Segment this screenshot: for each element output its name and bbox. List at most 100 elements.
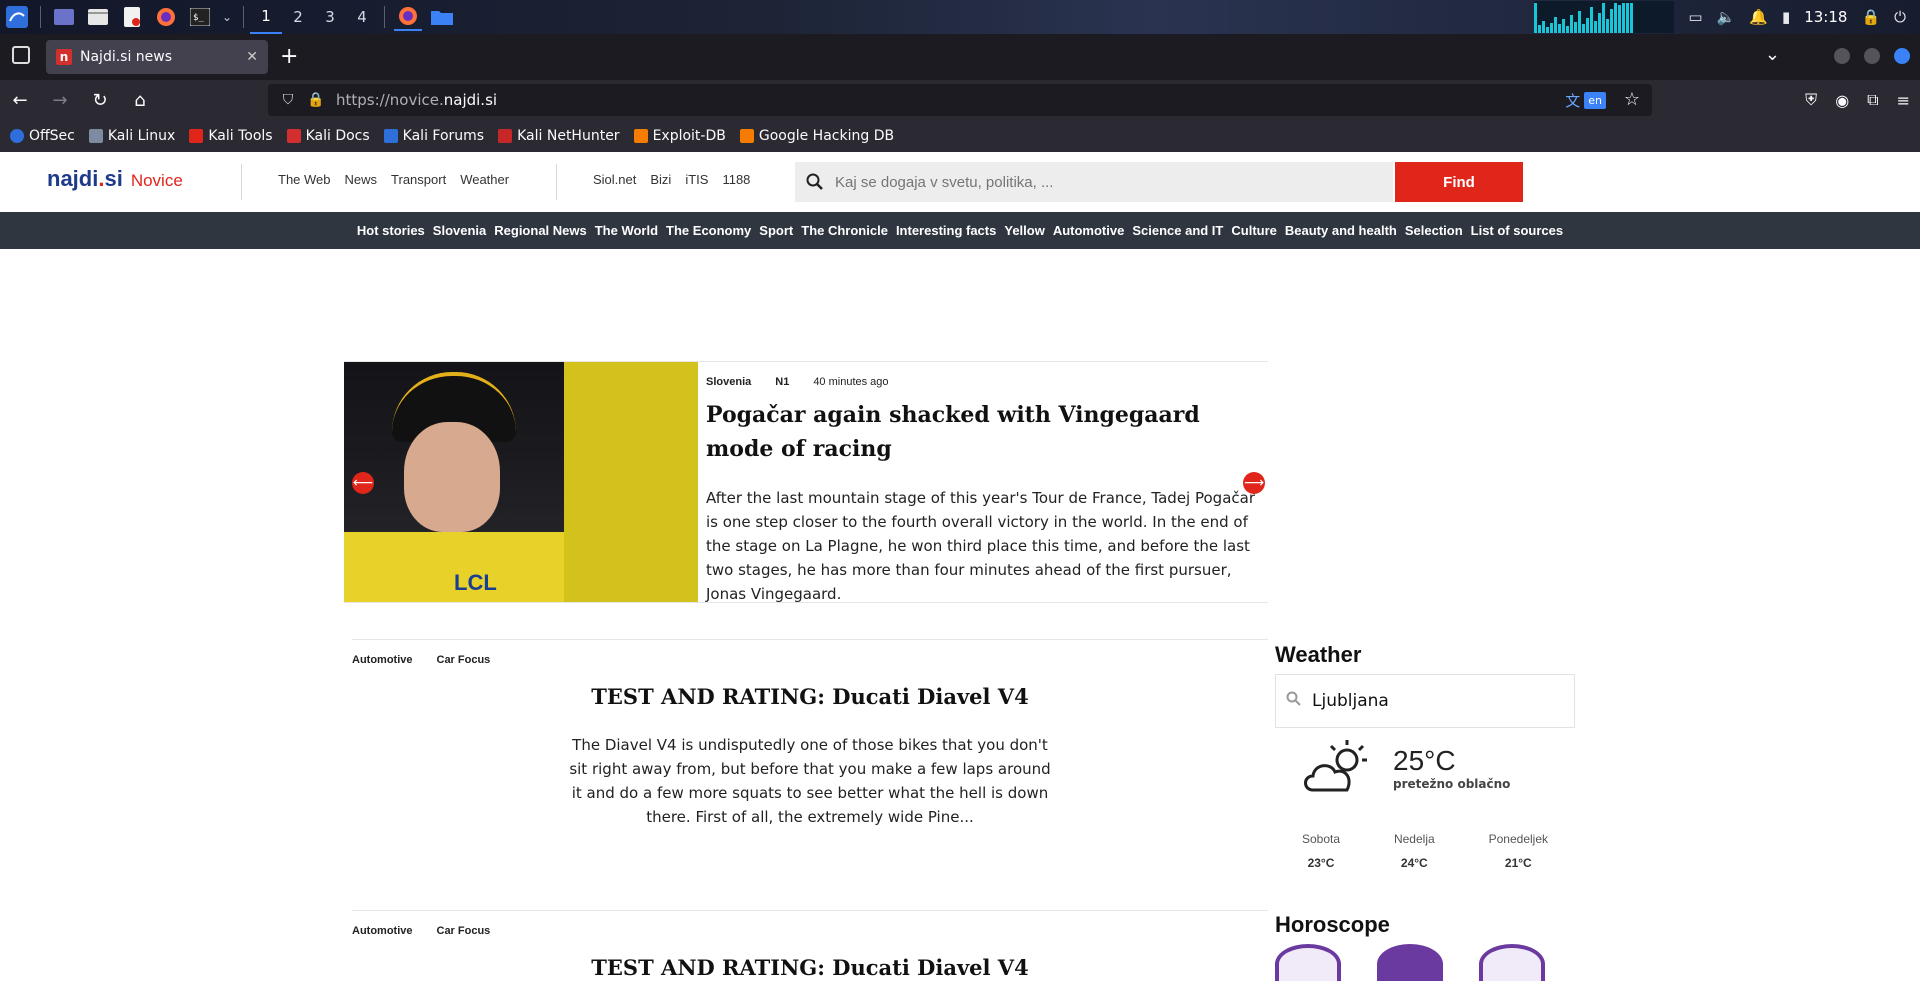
workspace-1[interactable]: 1: [250, 0, 282, 34]
cat-yellow[interactable]: Yellow: [1004, 223, 1044, 238]
find-button[interactable]: Find: [1395, 162, 1523, 202]
volume-icon[interactable]: 🔈: [1717, 8, 1736, 26]
article-title[interactable]: TEST AND RATING: Ducati Diavel V4: [352, 955, 1268, 980]
nav-bizi[interactable]: Bizi: [650, 172, 671, 187]
display-icon[interactable]: ▭: [1688, 8, 1702, 26]
bookmark-google-hacking-db[interactable]: Google Hacking DB: [739, 128, 894, 144]
article-title[interactable]: TEST AND RATING: Ducati Diavel V4: [352, 684, 1268, 709]
maximize-button[interactable]: [1864, 48, 1880, 64]
jersey-sponsor-text: LCL: [454, 570, 497, 595]
aries-icon[interactable]: [1275, 944, 1341, 981]
chevron-down-icon[interactable]: ⌄: [220, 3, 234, 31]
slider-prev-arrow-icon[interactable]: ⟵: [352, 472, 374, 494]
bookmark-kali-linux[interactable]: Kali Linux: [88, 128, 175, 144]
notification-bell-icon[interactable]: 🔔: [1749, 8, 1768, 26]
bookmark-kali-nethunter[interactable]: Kali NetHunter: [498, 128, 620, 144]
workspace-4[interactable]: 4: [346, 0, 378, 34]
padlock-icon[interactable]: 🔒: [307, 92, 324, 108]
battery-icon[interactable]: ▮: [1782, 8, 1790, 26]
featured-image[interactable]: LCL: [344, 362, 698, 602]
close-tab-icon[interactable]: ✕: [246, 49, 258, 65]
nav-news[interactable]: News: [345, 172, 378, 187]
site-logo[interactable]: najdi.si Novice: [47, 166, 183, 192]
forward-button[interactable]: →: [40, 80, 80, 120]
cat-list-of-sources[interactable]: List of sources: [1471, 223, 1563, 238]
close-window-button[interactable]: [1894, 48, 1910, 64]
featured-category[interactable]: Slovenia: [706, 376, 751, 388]
home-button[interactable]: ⌂: [120, 80, 160, 120]
bookmark-star-icon[interactable]: ☆: [1624, 89, 1640, 110]
tab-list-icon[interactable]: [12, 46, 30, 64]
menu-icon[interactable]: ≡: [1897, 91, 1910, 110]
extensions-icon[interactable]: ⧉: [1867, 90, 1878, 110]
folder-window-icon[interactable]: [428, 3, 456, 31]
desktop-icon[interactable]: [50, 3, 78, 31]
text-editor-icon[interactable]: [118, 3, 146, 31]
gemini-icon[interactable]: [1479, 944, 1545, 981]
cat-hot-stories[interactable]: Hot stories: [357, 223, 425, 238]
taurus-icon[interactable]: [1377, 944, 1443, 981]
translate-button[interactable]: 文 en: [1565, 90, 1606, 111]
taskbar-separator: [384, 6, 385, 28]
workspace-3[interactable]: 3: [314, 0, 346, 34]
cat-automotive[interactable]: Automotive: [1053, 223, 1125, 238]
cat-sport[interactable]: Sport: [759, 223, 793, 238]
nav-the-web[interactable]: The Web: [278, 172, 331, 187]
search-input[interactable]: [835, 173, 1375, 191]
cat-the-world[interactable]: The World: [595, 223, 658, 238]
article-category[interactable]: Automotive: [352, 654, 413, 666]
article-category[interactable]: Automotive: [352, 925, 413, 937]
nethunter-icon: [498, 129, 513, 143]
cat-culture[interactable]: Culture: [1231, 223, 1277, 238]
url-bar[interactable]: ⛉ 🔒 https://novice. najdi.si 文 en ☆: [268, 84, 1652, 116]
bookmark-offsec[interactable]: OffSec: [10, 128, 75, 144]
nav-itis[interactable]: iTIS: [685, 172, 708, 187]
cat-beauty-and-health[interactable]: Beauty and health: [1285, 223, 1397, 238]
category-bar: Hot stories Slovenia Regional News The W…: [0, 212, 1920, 249]
file-manager-icon[interactable]: [84, 3, 112, 31]
system-tray: ▭ 🔈 🔔 ▮ 13:18 🔒 ⏻: [1534, 0, 1920, 34]
bookmark-kali-docs[interactable]: Kali Docs: [286, 128, 370, 144]
lock-icon[interactable]: 🔒: [1861, 8, 1880, 26]
nav-transport[interactable]: Transport: [391, 172, 446, 187]
terminal-icon[interactable]: $_: [186, 3, 214, 31]
horoscope-widget: Horoscope: [1275, 912, 1575, 981]
translate-icon: 文: [1565, 92, 1581, 110]
account-icon[interactable]: ◉: [1835, 91, 1849, 110]
cat-regional-news[interactable]: Regional News: [494, 223, 586, 238]
back-button[interactable]: ←: [0, 80, 40, 120]
bookmark-kali-forums[interactable]: Kali Forums: [383, 128, 484, 144]
bookmark-exploit-db[interactable]: Exploit-DB: [633, 128, 726, 144]
shield-icon[interactable]: ⛉: [280, 92, 296, 108]
list-all-tabs-icon[interactable]: ⌄: [1765, 44, 1780, 65]
tab-najdi-news[interactable]: n Najdi.si news ✕: [46, 40, 268, 74]
minimize-button[interactable]: [1834, 48, 1850, 64]
forecast-temp: 24°C: [1400, 856, 1428, 870]
cat-slovenia[interactable]: Slovenia: [433, 223, 486, 238]
cat-interesting-facts[interactable]: Interesting facts: [896, 223, 996, 238]
new-tab-button[interactable]: +: [280, 44, 298, 69]
bookmark-kali-tools[interactable]: Kali Tools: [189, 128, 273, 144]
reload-button[interactable]: ↻: [80, 80, 120, 120]
cat-selection[interactable]: Selection: [1405, 223, 1463, 238]
cat-science-and-it[interactable]: Science and IT: [1132, 223, 1223, 238]
clock[interactable]: 13:18: [1804, 8, 1847, 26]
cat-the-economy[interactable]: The Economy: [666, 223, 751, 238]
article-source[interactable]: Car Focus: [437, 925, 491, 937]
firefox-icon[interactable]: [152, 3, 180, 31]
weather-city-field[interactable]: [1275, 674, 1575, 728]
cat-the-chronicle[interactable]: The Chronicle: [801, 223, 888, 238]
weather-city-input[interactable]: [1312, 691, 1531, 711]
nav-1188[interactable]: 1188: [722, 172, 750, 187]
featured-source[interactable]: N1: [775, 376, 789, 388]
power-icon[interactable]: ⏻: [1894, 8, 1906, 26]
pocket-icon[interactable]: ⛨: [1805, 90, 1817, 110]
taskbar-separator: [40, 6, 41, 28]
kali-menu-icon[interactable]: [3, 3, 31, 31]
article-source[interactable]: Car Focus: [437, 654, 491, 666]
firefox-window-icon[interactable]: [394, 3, 422, 31]
nav-siol[interactable]: Siol.net: [593, 172, 636, 187]
workspace-2[interactable]: 2: [282, 0, 314, 34]
featured-title[interactable]: Pogačar again shacked with Vingegaard mo…: [706, 398, 1258, 466]
nav-weather[interactable]: Weather: [460, 172, 509, 187]
